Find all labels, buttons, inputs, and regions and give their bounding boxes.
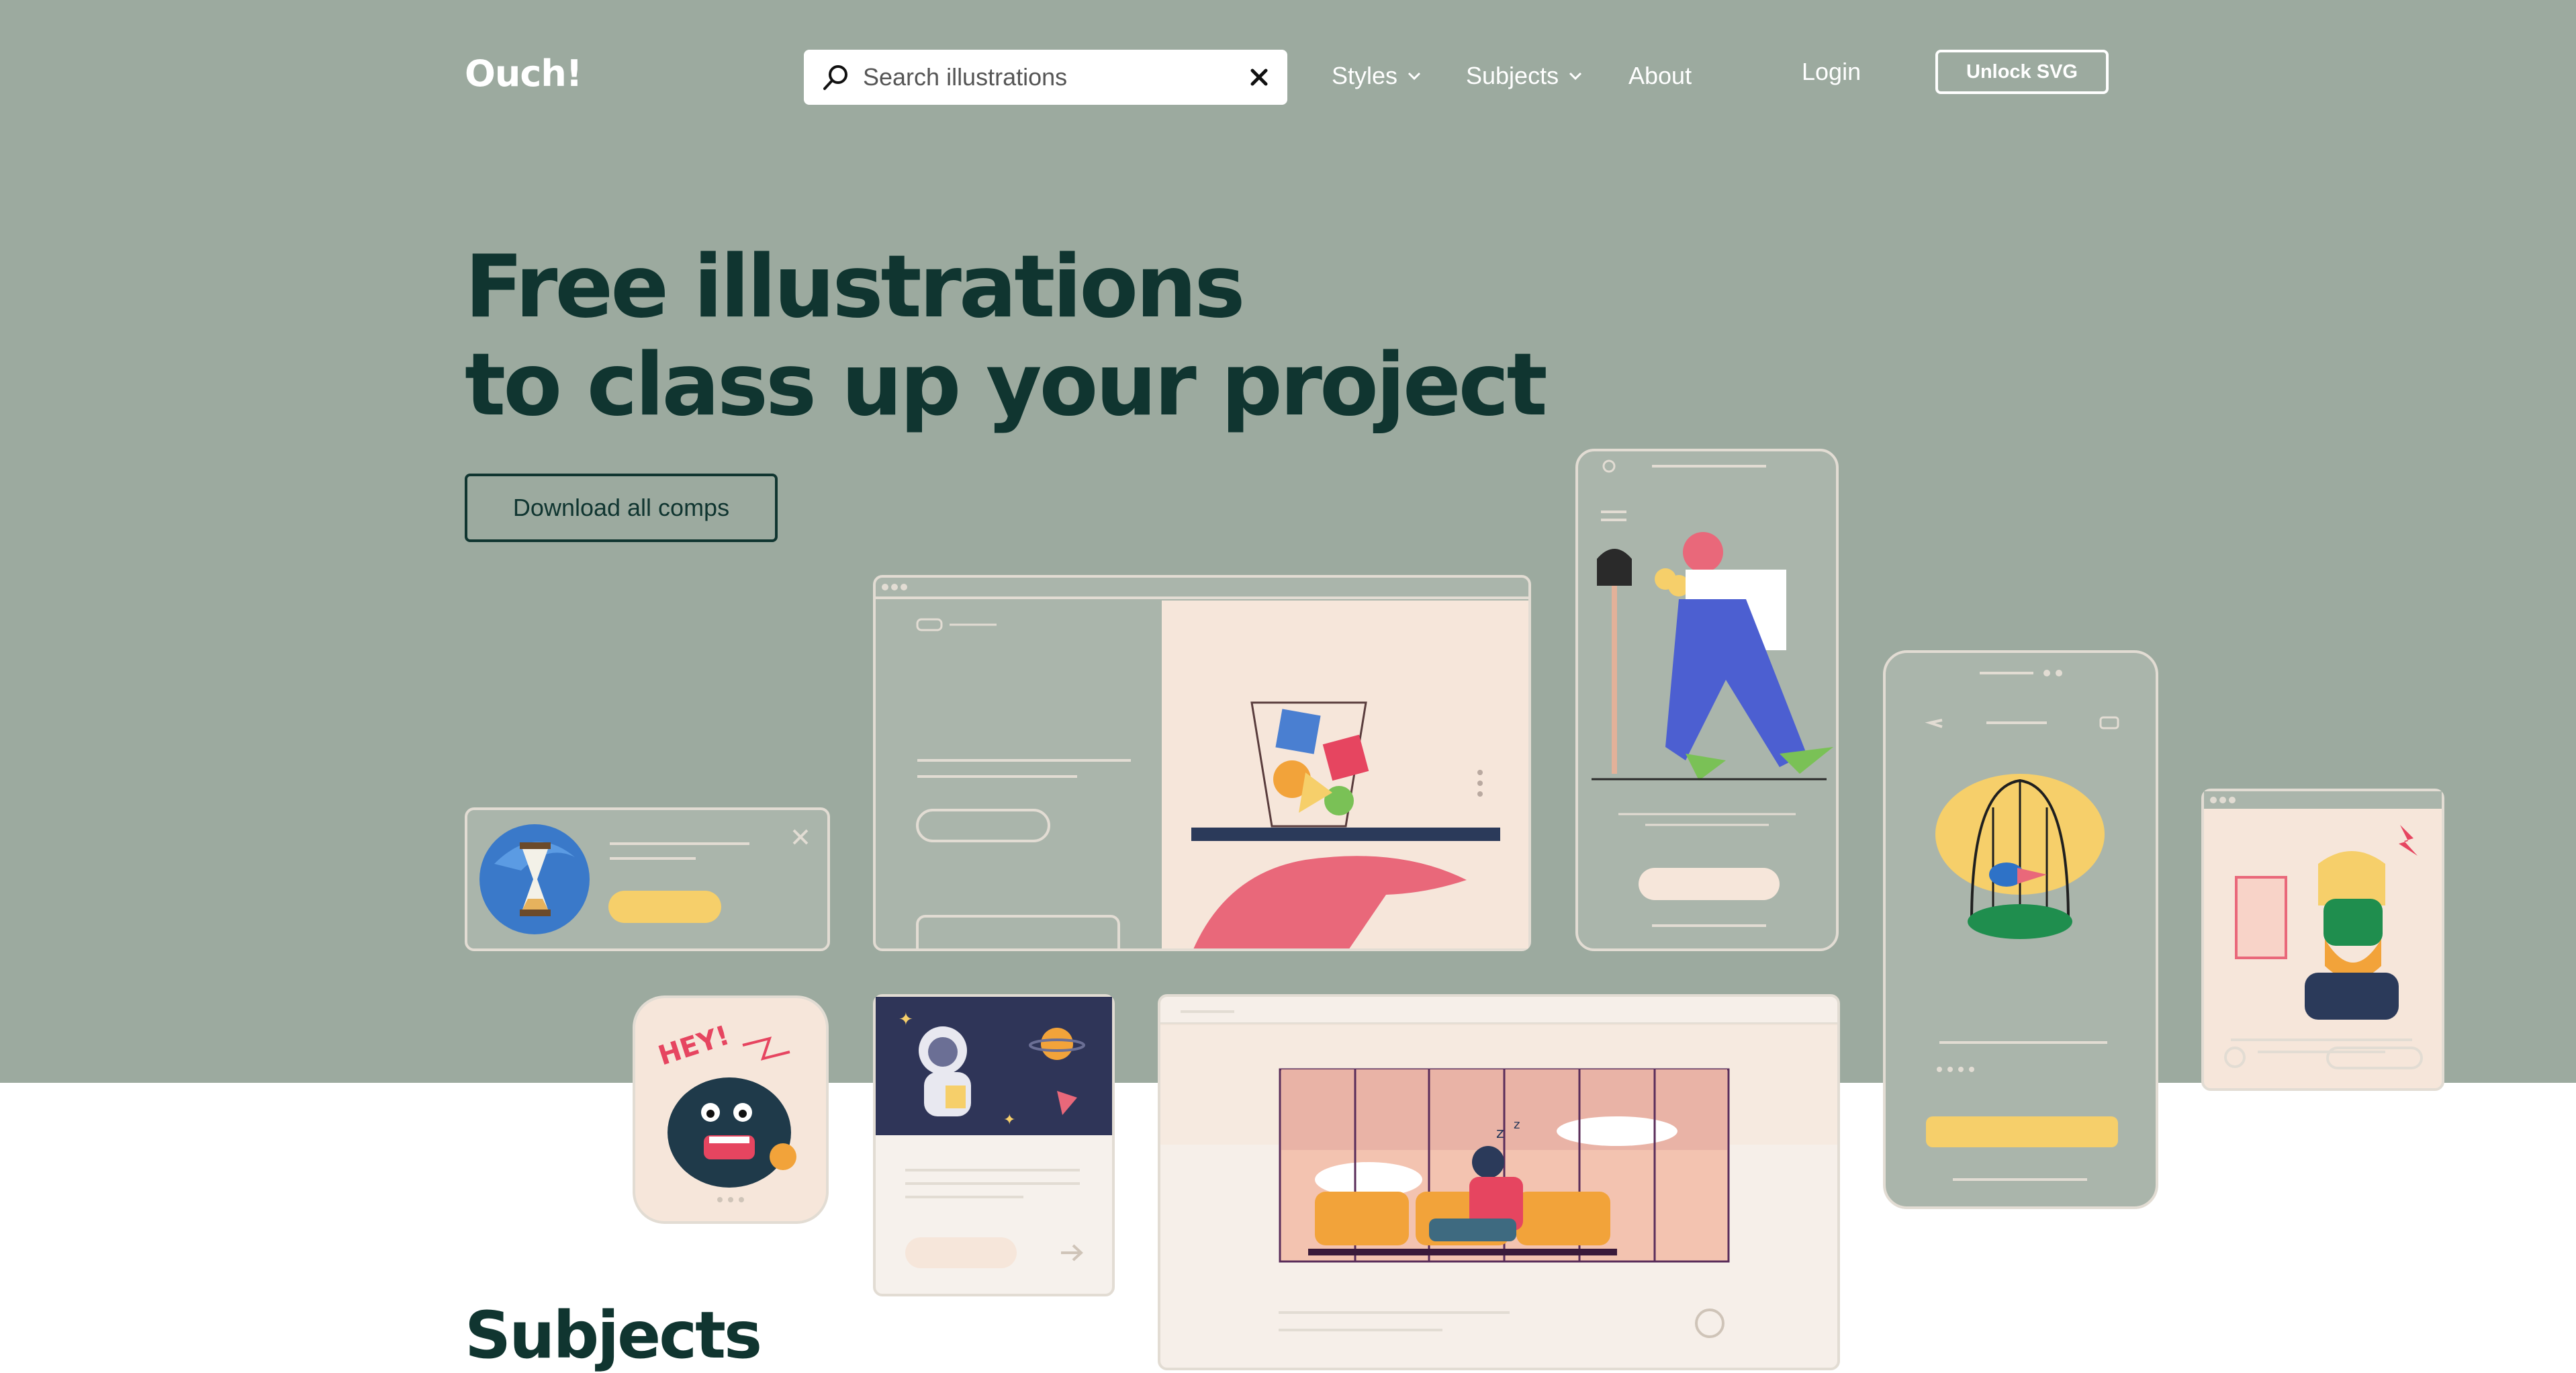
svg-text:z: z: [1496, 1125, 1504, 1142]
hero-title-line-1: Free illustrations: [465, 237, 1245, 337]
svg-text:✦: ✦: [899, 1010, 913, 1030]
hey-monster-illustration: HEY!: [655, 1020, 796, 1202]
svg-text:✦: ✦: [1003, 1112, 1015, 1128]
unlock-svg-button[interactable]: Unlock SVG: [1935, 50, 2109, 94]
search-bar[interactable]: [804, 50, 1287, 105]
close-icon[interactable]: [1246, 64, 1273, 91]
astronaut-illustration: ✦ ✦: [876, 997, 1112, 1268]
nav-subjects[interactable]: Subjects: [1466, 62, 1583, 90]
browser-mockup-cart: [873, 575, 1531, 951]
shopping-cart-illustration: [876, 584, 1528, 948]
small-browser-mockup-man: [2201, 789, 2444, 1091]
nav-about[interactable]: About: [1628, 62, 1692, 90]
chevron-down-icon: [1569, 72, 1582, 81]
logo[interactable]: Ouch!: [465, 52, 582, 95]
bearded-man-illustration: [2204, 791, 2442, 1069]
svg-text:HEY!: HEY!: [655, 1020, 733, 1071]
hero-title-line-2: to class up your project: [465, 335, 1548, 435]
card-mockup-astronaut: ✦ ✦: [873, 994, 1115, 1296]
search-input[interactable]: [863, 60, 1212, 94]
notification-mockup: [465, 807, 830, 951]
nav-styles-label: Styles: [1332, 62, 1398, 89]
hero-title: Free illustrations to class up your proj…: [465, 237, 1548, 435]
hourglass-icon: [479, 824, 809, 934]
login-link[interactable]: Login: [1802, 58, 1861, 86]
nav-subjects-label: Subjects: [1466, 62, 1559, 89]
sleeping-man-illustration: z z: [1160, 1010, 1837, 1338]
chevron-down-icon: [1408, 72, 1421, 81]
nav-about-label: About: [1628, 62, 1692, 89]
phone-mockup-woman: [1575, 449, 1839, 951]
watch-mockup-monster: HEY!: [633, 995, 829, 1224]
download-all-comps-button[interactable]: Download all comps: [465, 474, 778, 542]
window-mockup-sleeping-man: z z: [1158, 994, 1840, 1370]
nav-styles[interactable]: Styles: [1332, 62, 1422, 90]
phone-mockup-birdcage: [1883, 650, 2158, 1209]
search-icon: [823, 65, 847, 90]
bird-cage-illustration: [1925, 670, 2119, 1181]
woman-with-shovel-illustration: [1592, 459, 1833, 927]
subjects-section-title: Subjects: [465, 1298, 762, 1373]
svg-text:z: z: [1514, 1118, 1520, 1132]
